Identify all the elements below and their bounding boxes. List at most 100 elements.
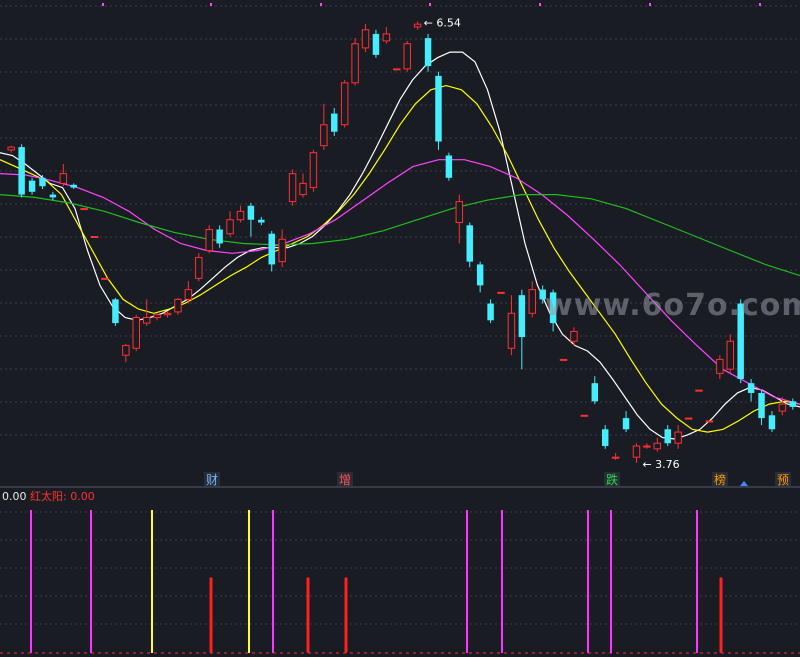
candle — [622, 411, 630, 433]
candle — [49, 191, 57, 201]
candle — [747, 378, 755, 402]
price-annotation-high: ← 6.54 — [424, 16, 461, 29]
candle — [153, 313, 161, 321]
candle — [758, 390, 765, 426]
top-tick — [759, 3, 761, 6]
candle — [351, 38, 359, 86]
candle — [789, 398, 797, 410]
candle — [112, 297, 119, 326]
indicator-bar — [272, 510, 274, 653]
candle — [340, 80, 349, 128]
event-tag: 榜 — [714, 472, 726, 487]
indicator-bar — [501, 510, 503, 653]
price-annotation-low: ← 3.76 — [642, 458, 679, 471]
event-tag: 财 — [206, 473, 218, 487]
candle — [455, 194, 464, 244]
candle — [361, 24, 370, 53]
candle — [163, 311, 172, 318]
candle — [695, 389, 703, 392]
indicator-bar — [209, 577, 213, 653]
top-tick — [429, 3, 431, 6]
candle — [518, 289, 526, 370]
indicator-bar — [610, 510, 612, 653]
candle — [226, 211, 234, 237]
candle — [487, 299, 494, 324]
candle — [476, 261, 484, 293]
candle — [393, 68, 401, 71]
candle — [268, 230, 275, 272]
up-arrow-icon — [740, 481, 748, 486]
candle — [382, 26, 391, 44]
indicator-axis-value: 0.00 — [2, 490, 27, 503]
indicator-bar — [248, 510, 250, 653]
candle — [497, 291, 505, 294]
candle — [309, 149, 318, 192]
indicator-bar — [30, 510, 32, 653]
candle — [716, 355, 724, 379]
candle — [299, 173, 307, 198]
candle — [59, 163, 68, 187]
candle — [726, 334, 734, 374]
top-tick — [102, 3, 104, 6]
candle — [507, 295, 516, 356]
ma-line-2 — [0, 159, 800, 405]
candle — [320, 103, 328, 150]
indicator-value: 0.00 — [70, 490, 95, 503]
event-tag: 跌 — [606, 472, 618, 487]
candle — [70, 183, 77, 189]
candle — [236, 205, 245, 223]
candle — [101, 277, 109, 280]
candle — [632, 443, 641, 463]
candle — [331, 107, 338, 136]
indicator-name: 红太阳 — [30, 490, 63, 503]
candle — [278, 229, 286, 268]
candle — [528, 281, 536, 318]
candle — [205, 225, 213, 254]
candle — [664, 425, 671, 447]
event-tag: 预 — [777, 473, 789, 487]
candle — [403, 40, 411, 72]
candle — [611, 453, 620, 460]
watermark: www.6o7o.com — [545, 288, 800, 323]
candle — [132, 314, 140, 352]
chart-stage: ← 6.54 ← 3.76 财 增 跌 榜 预 www.6o7o.com 0.00 红太阳:… — [0, 0, 800, 657]
candle — [28, 177, 36, 195]
candle — [80, 208, 88, 211]
candle — [372, 29, 380, 58]
indicator-bar — [719, 577, 723, 653]
candle — [580, 414, 589, 417]
candle — [466, 222, 473, 268]
candlestick-chart: ← 6.54 ← 3.76 财 增 跌 榜 预 — [0, 3, 800, 654]
candle — [601, 425, 609, 449]
candle — [653, 437, 662, 452]
candle — [705, 420, 714, 423]
candle — [258, 216, 265, 226]
candle — [413, 21, 422, 30]
candle — [18, 144, 25, 198]
indicator-bar — [90, 510, 92, 653]
candle — [174, 297, 182, 315]
indicator-bar — [344, 577, 348, 653]
candle — [559, 358, 568, 361]
candle — [435, 71, 442, 150]
candle — [195, 253, 203, 282]
top-tick — [210, 3, 212, 6]
candle — [216, 225, 223, 248]
candle — [424, 33, 432, 72]
candle — [643, 443, 651, 449]
candle — [445, 152, 453, 181]
indicator-bar — [696, 510, 698, 653]
candle — [247, 202, 255, 237]
indicator-bar — [466, 510, 468, 653]
indicator-bar — [151, 510, 153, 653]
candle — [288, 169, 297, 206]
candle — [7, 145, 15, 153]
event-tag: 增 — [339, 473, 351, 487]
top-tick — [320, 3, 322, 6]
indicator-label: 0.00 红太阳: 0.00 — [2, 490, 95, 503]
top-tick — [649, 3, 651, 6]
candle — [142, 299, 151, 326]
candle — [674, 425, 682, 449]
candle — [122, 344, 130, 363]
top-tick — [539, 3, 541, 6]
